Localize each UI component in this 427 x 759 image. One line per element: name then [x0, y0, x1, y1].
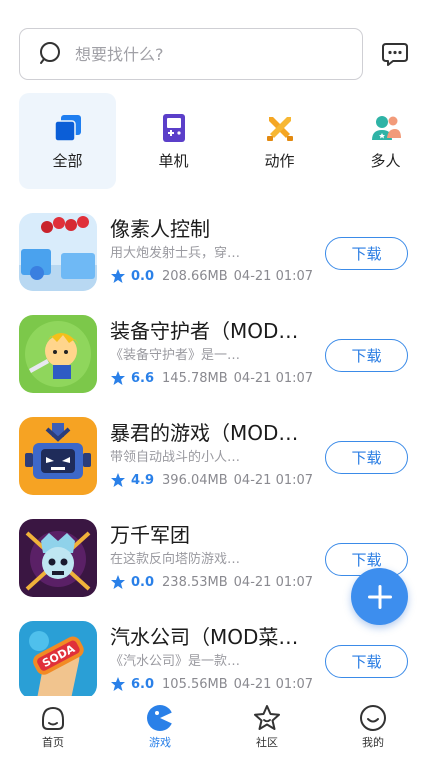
star-icon	[111, 575, 125, 589]
app-score: 0.0	[131, 574, 155, 590]
star-icon	[111, 269, 125, 283]
tab-multiplayer[interactable]: 多人	[337, 93, 427, 189]
message-icon[interactable]	[381, 41, 409, 67]
tab-action[interactable]: 动作	[231, 93, 328, 189]
tab-single[interactable]: 单机	[125, 93, 222, 189]
tab-label: 动作	[264, 152, 295, 170]
app-date: 04-21 01:07	[233, 574, 314, 590]
category-tabs: 全部 单机 动作 多人	[19, 93, 427, 189]
nav-home[interactable]: 首页	[23, 704, 83, 750]
game-icon	[147, 705, 173, 731]
app-size: 396.04MB	[162, 472, 228, 488]
stack-icon	[53, 115, 81, 142]
search-input[interactable]	[75, 44, 315, 64]
smile-icon	[360, 705, 386, 731]
tab-all[interactable]: 全部	[19, 93, 116, 189]
app-meta: 4.9 396.04MB 04-21 01:07	[110, 472, 313, 488]
app-name: 万千军团	[110, 523, 190, 547]
nav-label: 首页	[42, 736, 64, 749]
app-date: 04-21 01:07	[233, 268, 314, 284]
app-score: 4.9	[131, 472, 155, 488]
app-score: 6.0	[131, 676, 155, 692]
download-button[interactable]: 下载	[325, 339, 408, 372]
list-item[interactable]: 暴君的游戏（MOD… 带领自动战斗的小人… 4.9 396.04MB 04-21…	[0, 417, 427, 505]
star-icon	[254, 705, 280, 730]
app-meta: 0.0 238.53MB 04-21 01:07	[110, 574, 313, 590]
app-icon: SODA	[19, 621, 97, 699]
app-size: 105.56MB	[162, 676, 228, 692]
nav-games[interactable]: 游戏	[130, 704, 190, 750]
app-icon	[19, 315, 97, 393]
add-button[interactable]	[351, 568, 408, 625]
app-score: 6.6	[131, 370, 155, 386]
search-bar[interactable]	[19, 28, 363, 80]
star-icon	[111, 473, 125, 487]
app-description: 带领自动战斗的小人…	[110, 450, 241, 465]
nav-community[interactable]: 社区	[237, 704, 297, 750]
app-description: 《装备守护者》是一…	[110, 348, 241, 363]
bottom-nav: 首页 游戏 社区 我的	[0, 696, 427, 759]
search-icon	[39, 41, 65, 67]
home-icon	[42, 706, 64, 730]
star-icon	[111, 677, 125, 691]
people-icon	[371, 116, 401, 140]
tab-label: 全部	[52, 152, 83, 170]
tab-label: 单机	[158, 152, 189, 170]
nav-label: 我的	[362, 736, 384, 749]
app-icon	[19, 417, 97, 495]
app-date: 04-21 01:07	[233, 676, 314, 692]
nav-profile[interactable]: 我的	[343, 704, 403, 750]
app-icon	[19, 519, 97, 597]
app-size: 145.78MB	[162, 370, 228, 386]
list-item[interactable]: 装备守护者（MOD… 《装备守护者》是一… 6.6 145.78MB 04-21…	[0, 315, 427, 403]
crossed-swords-icon	[266, 117, 293, 141]
download-button[interactable]: 下载	[325, 441, 408, 474]
nav-label: 游戏	[149, 736, 171, 749]
app-size: 238.53MB	[162, 574, 228, 590]
app-score: 0.0	[131, 268, 155, 284]
list-item[interactable]: 像素人控制 用大炮发射士兵，穿… 0.0 208.66MB 04-21 01:0…	[0, 213, 427, 301]
app-description: 《汽水公司》是一款…	[110, 654, 241, 669]
app-name: 像素人控制	[110, 217, 210, 241]
app-icon	[19, 213, 97, 291]
app-size: 208.66MB	[162, 268, 228, 284]
app-name: 汽水公司（MOD菜…	[110, 625, 299, 649]
tab-label: 多人	[370, 152, 401, 170]
app-name: 装备守护者（MOD…	[110, 319, 299, 343]
gameboy-icon	[162, 114, 185, 142]
app-date: 04-21 01:07	[233, 370, 314, 386]
plus-icon	[367, 584, 392, 609]
app-meta: 6.6 145.78MB 04-21 01:07	[110, 370, 313, 386]
app-date: 04-21 01:07	[233, 472, 314, 488]
app-meta: 0.0 208.66MB 04-21 01:07	[110, 268, 313, 284]
nav-label: 社区	[256, 736, 278, 749]
app-name: 暴君的游戏（MOD…	[110, 421, 299, 445]
app-description: 用大炮发射士兵，穿…	[110, 246, 241, 261]
download-button[interactable]: 下载	[325, 237, 408, 270]
download-button[interactable]: 下载	[325, 645, 408, 678]
app-description: 在这款反向塔防游戏…	[110, 552, 241, 567]
star-icon	[111, 371, 125, 385]
app-meta: 6.0 105.56MB 04-21 01:07	[110, 676, 313, 692]
